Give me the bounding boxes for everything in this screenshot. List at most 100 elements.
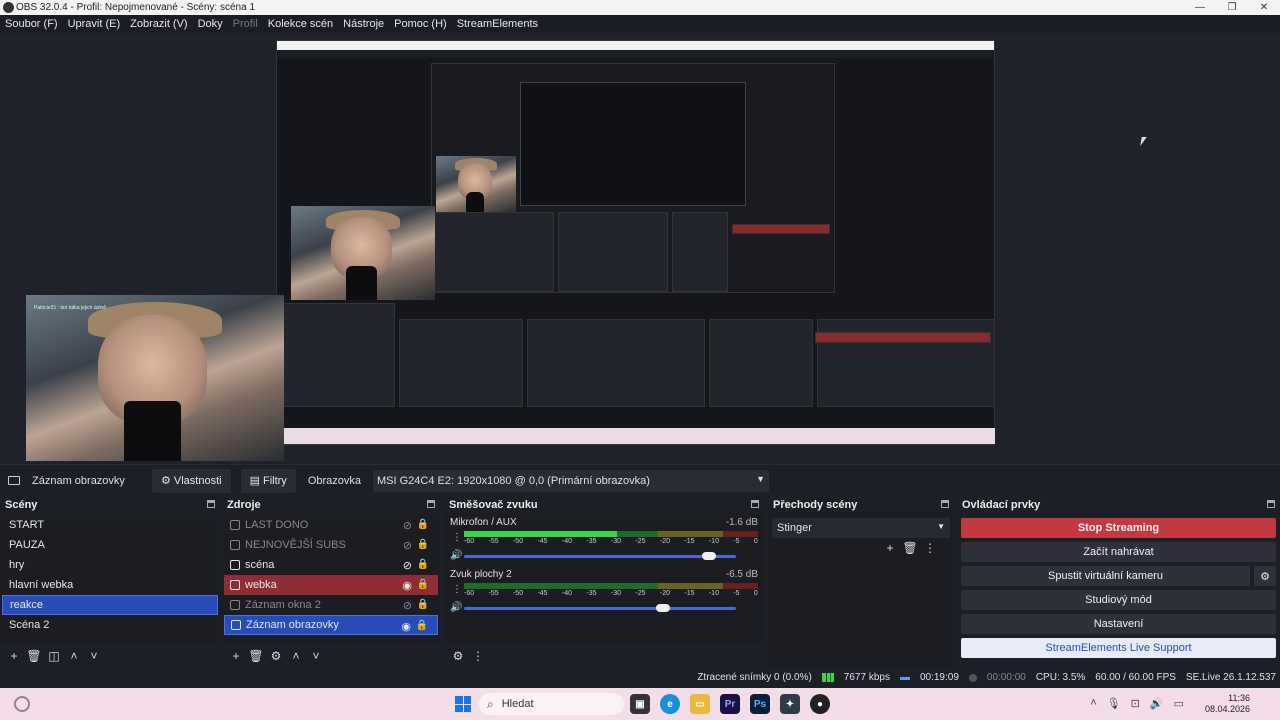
minimize-button[interactable]: — bbox=[1184, 0, 1216, 15]
premiere-icon[interactable]: Pr bbox=[720, 694, 740, 714]
nested-obs-capture bbox=[276, 40, 995, 445]
scene-item-hlavni-webka[interactable]: hlavní webka bbox=[2, 575, 218, 595]
trash-icon[interactable]: 🗑 bbox=[900, 541, 920, 555]
lock-icon[interactable]: 🔒 bbox=[416, 620, 428, 631]
fps: 60.00 / 60.00 FPS bbox=[1095, 672, 1176, 683]
widgets-icon[interactable] bbox=[14, 696, 30, 712]
obs-icon[interactable]: ● bbox=[810, 694, 830, 714]
move-up-icon[interactable]: ˄ bbox=[64, 649, 84, 663]
menu-file[interactable]: Soubor (F) bbox=[0, 18, 63, 30]
source-item-scena[interactable]: scéna ⊘ 🔒 bbox=[224, 555, 438, 575]
eye-icon[interactable]: ◉ bbox=[402, 579, 412, 592]
undock-icon[interactable] bbox=[751, 500, 759, 508]
source-item-nejnovejsi-subs[interactable]: NEJNOVĚJŠÍ SUBS ⊘ 🔒 bbox=[224, 535, 438, 555]
eye-hidden-icon[interactable]: ⊘ bbox=[403, 519, 412, 532]
task-view-icon[interactable]: ▣ bbox=[630, 694, 650, 714]
network-icon[interactable]: ⊡ bbox=[1131, 697, 1140, 710]
scene-item-reakce[interactable]: reakce bbox=[2, 595, 218, 615]
taskbar-search[interactable]: ⌕ Hledat bbox=[479, 693, 624, 715]
lock-icon[interactable]: 🔒 bbox=[417, 599, 429, 610]
browser-icon bbox=[230, 540, 240, 550]
app-icon[interactable]: ✦ bbox=[780, 694, 800, 714]
dropped-frames: Ztracené snímky 0 (0.0%) bbox=[697, 672, 812, 683]
speaker-icon[interactable]: 🔊 bbox=[450, 550, 462, 561]
trash-icon[interactable]: 🗑 bbox=[24, 649, 44, 663]
eye-hidden-icon[interactable]: ⊘ bbox=[403, 599, 412, 612]
move-down-icon[interactable]: ˅ bbox=[84, 649, 104, 663]
speaker-icon[interactable]: 🔊 bbox=[450, 602, 462, 613]
source-item-zaznam-obrazovky[interactable]: Záznam obrazovky ◉ 🔒 bbox=[224, 615, 438, 635]
menu-streamelements[interactable]: StreamElements bbox=[452, 18, 543, 30]
scene-item-start[interactable]: START bbox=[2, 515, 218, 535]
mic-icon[interactable]: 🎙 bbox=[1107, 697, 1121, 710]
virtual-camera-settings-icon[interactable]: ⚙ bbox=[1254, 566, 1276, 586]
maximize-button[interactable]: ❐ bbox=[1216, 0, 1248, 15]
start-virtual-camera-button[interactable]: Spustit virtuální kameru bbox=[961, 566, 1250, 586]
add-icon[interactable]: + bbox=[226, 649, 246, 663]
taskbar-clock[interactable]: 11:36 08.04.2026 bbox=[1205, 693, 1250, 715]
gear-icon[interactable]: ⚙ bbox=[266, 649, 286, 663]
scene-item-hry[interactable]: hry bbox=[2, 555, 218, 575]
settings-button[interactable]: Nastavení bbox=[961, 614, 1276, 634]
menu-help[interactable]: Pomoc (H) bbox=[389, 18, 452, 30]
close-button[interactable]: ✕ bbox=[1248, 0, 1280, 15]
source-item-last-dono[interactable]: LAST DONO ⊘ 🔒 bbox=[224, 515, 438, 535]
lock-icon[interactable]: 🔒 bbox=[417, 579, 429, 590]
lock-icon[interactable]: 🔒 bbox=[417, 519, 429, 530]
transition-select[interactable]: Stinger ▼ bbox=[772, 518, 950, 538]
streamelements-support-button[interactable]: StreamElements Live Support bbox=[961, 638, 1276, 658]
scene-item-scena-2[interactable]: Scéna 2 bbox=[2, 615, 218, 635]
volume-icon[interactable]: 🔊 bbox=[1150, 697, 1164, 710]
menu-tools[interactable]: Nástroje bbox=[338, 18, 389, 30]
volume-slider[interactable] bbox=[464, 552, 736, 560]
chevron-up-icon[interactable]: ˄ bbox=[1090, 697, 1096, 710]
more-options-icon[interactable]: ⋮ bbox=[920, 541, 940, 555]
chat-overlay-line: Patricie31 : ten tatka jejich úplně bbox=[34, 305, 106, 311]
scene-item-pauza[interactable]: PAUZA bbox=[2, 535, 218, 555]
lock-icon[interactable]: 🔒 bbox=[417, 539, 429, 550]
menu-scene-collection[interactable]: Kolekce scén bbox=[263, 18, 338, 30]
edge-icon[interactable]: e bbox=[660, 694, 680, 714]
add-icon[interactable]: + bbox=[880, 541, 900, 555]
filters-button[interactable]: ▤ Filtry bbox=[240, 468, 296, 493]
menu-profile[interactable]: Profil bbox=[228, 18, 263, 30]
studio-mode-button[interactable]: Studiový mód bbox=[961, 590, 1276, 610]
start-button-icon[interactable] bbox=[455, 696, 471, 712]
start-recording-button[interactable]: Začít nahrávat bbox=[961, 542, 1276, 562]
preview-canvas[interactable]: Patricie31 : ten tatka jejich úplně bbox=[0, 33, 1280, 463]
more-options-icon[interactable]: ⋮ bbox=[468, 649, 488, 663]
more-options-icon[interactable]: ⋮ bbox=[452, 532, 462, 543]
photoshop-icon[interactable]: Ps bbox=[750, 694, 770, 714]
undock-icon[interactable] bbox=[427, 500, 435, 508]
undock-icon[interactable] bbox=[941, 500, 949, 508]
eye-hidden-icon[interactable]: ⊘ bbox=[403, 539, 412, 552]
volume-slider[interactable] bbox=[464, 604, 736, 612]
add-icon[interactable]: + bbox=[4, 649, 24, 663]
eye-hidden-icon[interactable]: ⊘ bbox=[403, 559, 412, 572]
filter-icon[interactable]: ◫ bbox=[44, 649, 64, 663]
status-bar: Ztracené snímky 0 (0.0%) 7677 kbps ▬ 00:… bbox=[0, 667, 1280, 688]
eye-icon[interactable]: ◉ bbox=[401, 620, 411, 633]
undock-icon[interactable] bbox=[207, 500, 215, 508]
file-explorer-icon[interactable]: ▭ bbox=[690, 694, 710, 714]
menu-view[interactable]: Zobrazit (V) bbox=[125, 18, 192, 30]
bitrate: 7677 kbps bbox=[843, 672, 890, 683]
obs-logo-icon bbox=[3, 2, 14, 13]
menu-edit[interactable]: Upravit (E) bbox=[63, 18, 126, 30]
display-select[interactable]: MSI G24C4 E2: 1920x1080 @ 0,0 (Primární … bbox=[373, 469, 770, 492]
undock-icon[interactable] bbox=[1267, 500, 1275, 508]
trash-icon[interactable]: 🗑 bbox=[246, 649, 266, 663]
more-options-icon[interactable]: ⋮ bbox=[452, 584, 462, 595]
lock-icon[interactable]: 🔒 bbox=[417, 559, 429, 570]
source-item-webka[interactable]: webka ◉ 🔒 bbox=[224, 575, 438, 595]
move-up-icon[interactable]: ˄ bbox=[286, 649, 306, 663]
advanced-audio-icon[interactable]: ⚙ bbox=[448, 649, 468, 663]
move-down-icon[interactable]: ˅ bbox=[306, 649, 326, 663]
menu-docks[interactable]: Doky bbox=[193, 18, 228, 30]
scenes-dock: Scény START PAUZA hry hlavní webka reakc… bbox=[0, 497, 220, 667]
stop-streaming-button[interactable]: Stop Streaming bbox=[961, 518, 1276, 538]
properties-button[interactable]: ⚙ Vlastnosti bbox=[152, 468, 231, 493]
record-time: 00:00:00 bbox=[986, 672, 1026, 683]
source-item-zaznam-okna-2[interactable]: Záznam okna 2 ⊘ 🔒 bbox=[224, 595, 438, 615]
battery-icon[interactable]: ▭ bbox=[1174, 697, 1184, 710]
